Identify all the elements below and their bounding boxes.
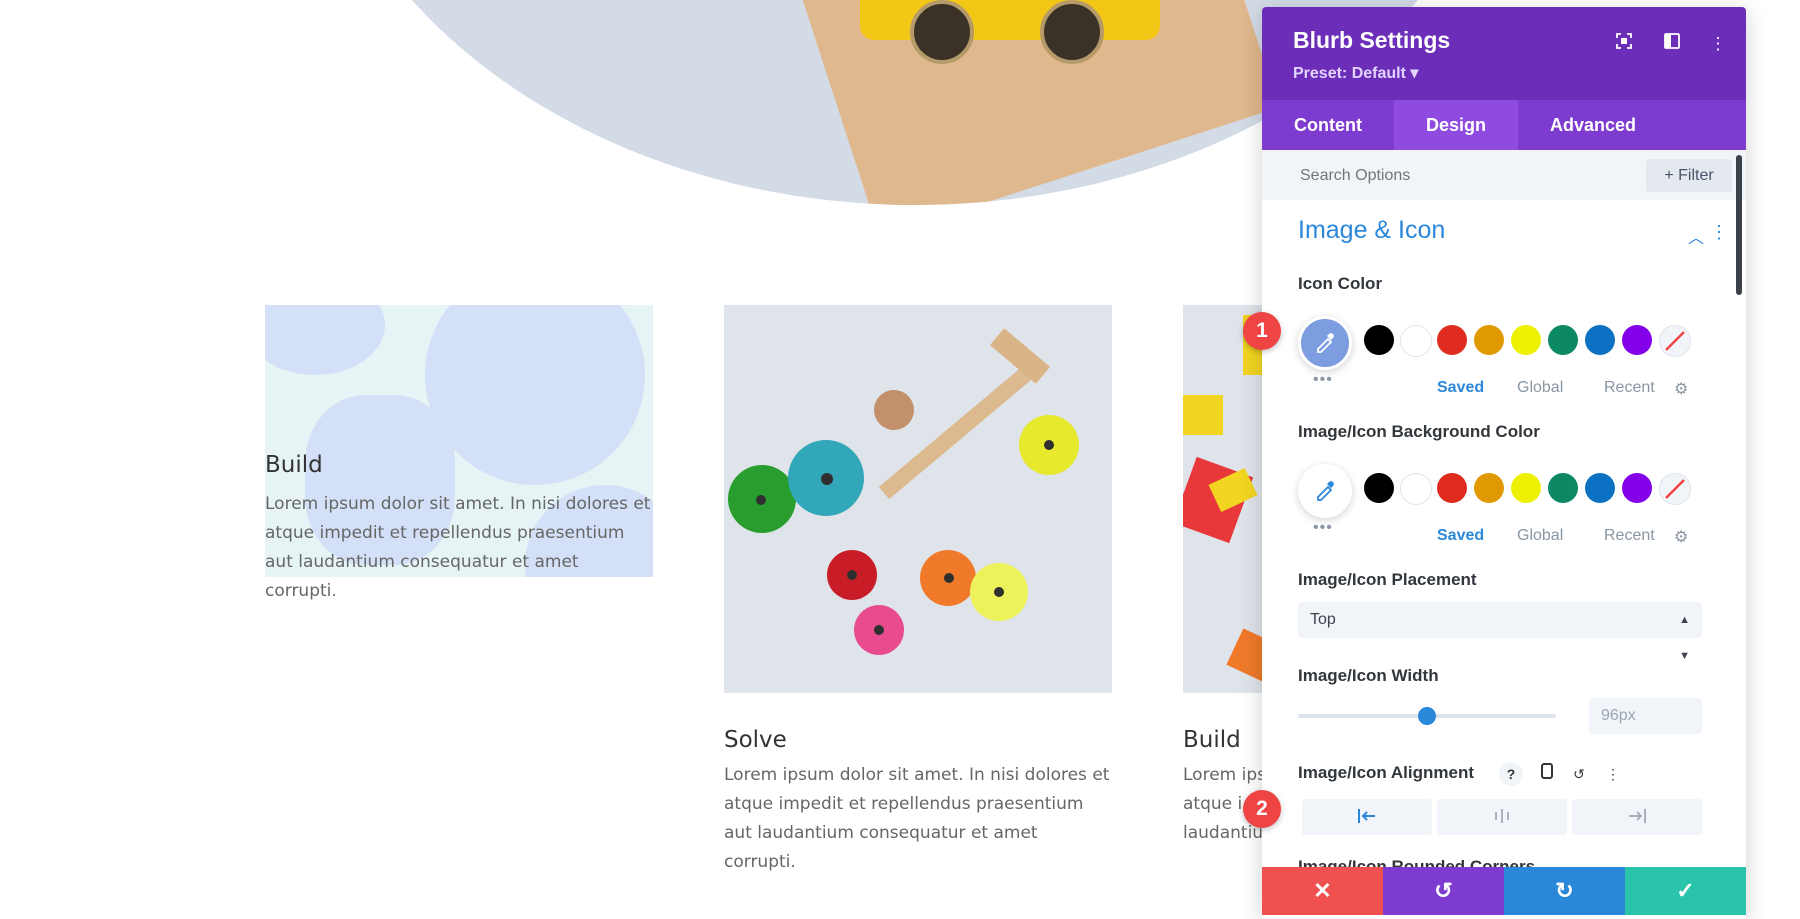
help-icon[interactable]: ?	[1499, 762, 1523, 786]
swatch-red[interactable]	[1437, 473, 1467, 503]
width-value: 96px	[1601, 707, 1636, 724]
tab-design[interactable]: Design	[1393, 100, 1518, 150]
card-text: Lorem ipsum dolor sit amet. In nisi dolo…	[724, 765, 1110, 872]
swatch-white[interactable]	[1400, 473, 1432, 505]
icon-bg-color-label: Image/Icon Background Color	[1298, 422, 1540, 441]
palette-tab-global[interactable]: Global	[1517, 379, 1563, 397]
width-label: Image/Icon Width	[1298, 666, 1439, 685]
gear-icon[interactable]: ⚙	[1674, 527, 1688, 547]
card-title: Solve	[724, 727, 787, 753]
fullscreen-icon[interactable]	[1612, 32, 1636, 56]
tab-content[interactable]: Content	[1262, 100, 1394, 150]
width-input[interactable]: 96px	[1589, 698, 1702, 734]
preset-dropdown[interactable]: Preset: Default ▾	[1293, 63, 1418, 83]
swatch-purple[interactable]	[1622, 325, 1652, 355]
swatch-green[interactable]	[1548, 325, 1578, 355]
more-options-icon[interactable]: ⋮	[1706, 32, 1730, 56]
undo-button[interactable]: ↺	[1383, 867, 1504, 915]
scrollbar[interactable]	[1736, 155, 1742, 295]
toy-wheel	[910, 0, 974, 64]
blurb-solve-card[interactable]: Solve Lorem ipsum dolor sit amet. In nis…	[724, 305, 1112, 877]
icon-color-label: Icon Color	[1298, 274, 1383, 293]
select-arrow-icon: ▲ ▼	[1679, 614, 1690, 662]
palette-tab-global[interactable]: Global	[1517, 527, 1563, 545]
section-title[interactable]: Image & Icon	[1298, 216, 1445, 245]
align-left-button[interactable]	[1302, 799, 1432, 835]
step-marker-1: 1	[1243, 312, 1281, 350]
panel-tabs: Content Design Advanced	[1262, 100, 1746, 150]
gear-icon[interactable]: ⚙	[1674, 379, 1688, 399]
panel-footer: ✕ ↺ ↻ ✓	[1262, 867, 1746, 915]
more-colors-icon[interactable]: •••	[1313, 519, 1333, 537]
palette-tab-saved[interactable]: Saved	[1437, 527, 1484, 545]
width-slider-handle[interactable]	[1418, 707, 1436, 725]
swatch-blue[interactable]	[1585, 473, 1615, 503]
step-marker-2: 2	[1243, 790, 1281, 828]
blurb-settings-panel: Blurb Settings Preset: Default ▾ ⋮ Conte…	[1262, 7, 1746, 919]
eyedropper-icon[interactable]	[1298, 464, 1352, 518]
mobile-icon[interactable]	[1535, 762, 1559, 786]
swatch-green[interactable]	[1548, 473, 1578, 503]
swatch-yellow[interactable]	[1511, 473, 1541, 503]
redo-button[interactable]: ↻	[1504, 867, 1625, 915]
yellow-toy	[860, 0, 1160, 40]
panel-header: Blurb Settings Preset: Default ▾ ⋮	[1262, 7, 1746, 100]
tab-advanced[interactable]: Advanced	[1518, 100, 1668, 150]
more-colors-icon[interactable]: •••	[1313, 371, 1333, 389]
swatch-orange[interactable]	[1474, 325, 1504, 355]
card-title: Build	[265, 452, 323, 478]
placement-value: Top	[1310, 611, 1336, 628]
toy-wheel	[1040, 0, 1104, 64]
search-row: + Filter	[1262, 150, 1746, 200]
filter-button[interactable]: + Filter	[1646, 159, 1732, 192]
swatch-blue[interactable]	[1585, 325, 1615, 355]
placement-label: Image/Icon Placement	[1298, 570, 1477, 589]
section-more-icon[interactable]: ⋮	[1710, 222, 1728, 243]
discard-button[interactable]: ✕	[1262, 867, 1383, 915]
align-center-button[interactable]	[1437, 799, 1567, 835]
alignment-label: Image/Icon Alignment	[1298, 763, 1475, 782]
palette-tab-recent[interactable]: Recent	[1604, 379, 1655, 397]
swatch-black[interactable]	[1364, 325, 1394, 355]
search-input[interactable]	[1298, 166, 1602, 186]
card-text: Lorem ipsum dolor sit amet. In nisi dolo…	[265, 494, 651, 601]
panel-title: Blurb Settings	[1293, 27, 1451, 53]
swatch-purple[interactable]	[1622, 473, 1652, 503]
palette-tab-saved[interactable]: Saved	[1437, 379, 1484, 397]
reset-icon[interactable]: ↺	[1567, 762, 1591, 786]
swatch-yellow[interactable]	[1511, 325, 1541, 355]
swatch-none-icon[interactable]	[1659, 473, 1691, 505]
swatch-black[interactable]	[1364, 473, 1394, 503]
save-button[interactable]: ✓	[1625, 867, 1746, 915]
palette-tab-recent[interactable]: Recent	[1604, 527, 1655, 545]
swatch-white[interactable]	[1400, 325, 1432, 357]
split-view-icon[interactable]	[1660, 32, 1684, 56]
chevron-up-icon[interactable]: ︿	[1688, 224, 1704, 248]
swatch-red[interactable]	[1437, 325, 1467, 355]
more-options-icon[interactable]: ⋮	[1601, 762, 1625, 786]
swatch-none-icon[interactable]	[1659, 325, 1691, 357]
placement-select[interactable]: Top ▲ ▼	[1298, 602, 1702, 662]
toys-photo	[724, 305, 1112, 693]
swatch-orange[interactable]	[1474, 473, 1504, 503]
align-right-button[interactable]	[1572, 799, 1702, 835]
eyedropper-icon[interactable]	[1298, 316, 1352, 370]
